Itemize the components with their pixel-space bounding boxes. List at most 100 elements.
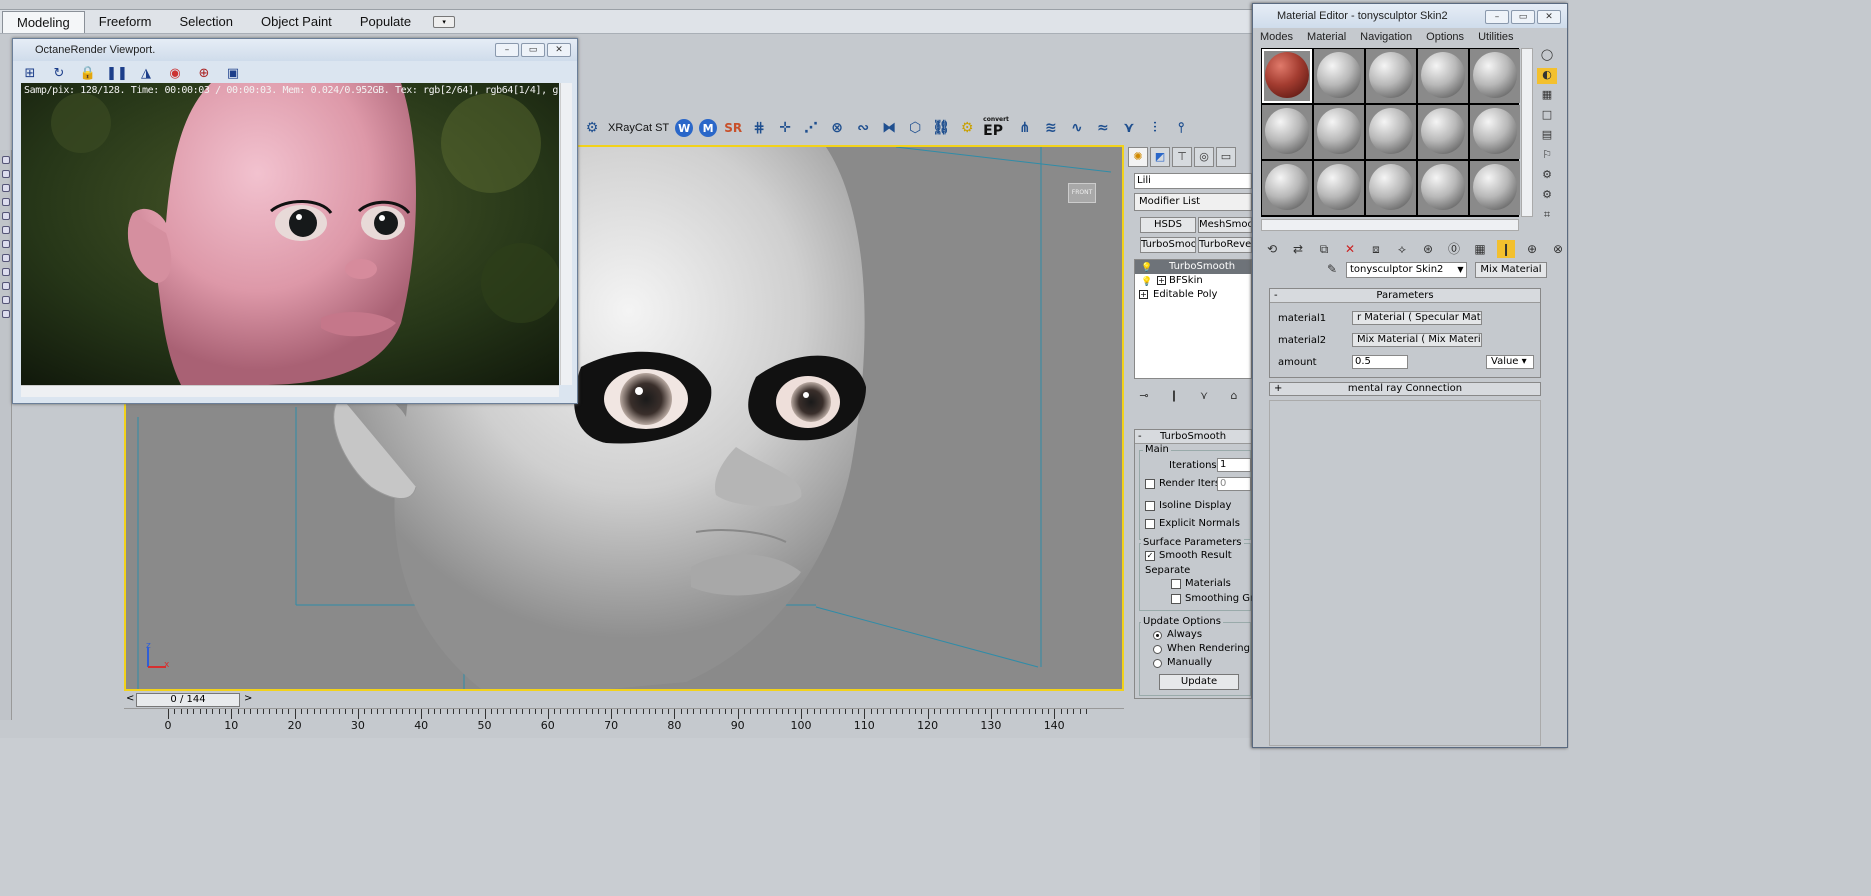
object-name-field[interactable]: Lili — [1134, 173, 1252, 189]
render-region-icon[interactable]: ⊞ — [21, 64, 39, 82]
material2-button[interactable]: Mix Material ( Mix Material ) — [1352, 333, 1482, 347]
pause-icon[interactable]: ❚❚ — [106, 64, 128, 82]
scene-item-icon[interactable] — [2, 184, 10, 192]
snap-icon[interactable]: ✛ — [775, 118, 795, 138]
material-slot[interactable] — [1470, 105, 1520, 159]
time-slider[interactable]: < 0 / 144 > — [124, 692, 1124, 708]
fork-icon[interactable]: ⋎ — [1119, 118, 1139, 138]
material-slot[interactable] — [1262, 105, 1312, 159]
brush-icon[interactable]: ⋰ — [801, 118, 821, 138]
scene-item-icon[interactable] — [2, 156, 10, 164]
material-id-icon[interactable]: ⓪ — [1445, 240, 1463, 258]
monitor-icon[interactable]: ▣ — [224, 64, 242, 82]
xraycat-icon[interactable]: ⚙ — [582, 118, 602, 138]
menu-modes[interactable]: Modes — [1253, 29, 1300, 45]
video-color-check-icon[interactable]: ▤ — [1537, 128, 1557, 144]
make-preview-icon[interactable]: ⚐ — [1537, 148, 1557, 164]
scene-item-icon[interactable] — [2, 296, 10, 304]
get-material-icon[interactable]: ⟲ — [1263, 240, 1281, 258]
select-by-material-icon[interactable]: ⚙ — [1537, 188, 1557, 204]
material1-button[interactable]: r Material ( Specular Material ) — [1352, 311, 1482, 325]
tab-freeform[interactable]: Freeform — [85, 11, 166, 33]
render-iters-checkbox[interactable] — [1145, 479, 1155, 489]
show-end-result-icon[interactable]: ❙ — [1497, 240, 1515, 258]
tab-selection[interactable]: Selection — [166, 11, 247, 33]
show-shaded-icon[interactable]: ▦ — [1471, 240, 1489, 258]
expand-icon[interactable]: + — [1157, 276, 1166, 285]
render-iters-spinner[interactable]: 0 — [1217, 477, 1251, 491]
hierarchy-tab-icon[interactable]: ⊤ — [1172, 147, 1192, 167]
material-slot[interactable] — [1418, 105, 1468, 159]
refresh-icon[interactable]: ↻ — [50, 64, 68, 82]
bulb-icon[interactable]: 💡 — [1141, 275, 1152, 289]
mental-ray-rollout[interactable]: + mental ray Connection — [1269, 382, 1541, 396]
grid-tool-icon[interactable]: ⋕ — [749, 118, 769, 138]
m-button[interactable]: M — [699, 119, 718, 137]
hsds-button[interactable]: HSDS — [1140, 217, 1196, 233]
create-tab-icon[interactable]: ✺ — [1128, 147, 1148, 167]
smooth-result-checkbox[interactable]: ✓ — [1145, 551, 1155, 561]
meshsmooth-button[interactable]: MeshSmooth — [1198, 217, 1252, 233]
viewcube[interactable]: FRONT — [1068, 183, 1096, 203]
when-rendering-radio[interactable] — [1153, 645, 1162, 654]
material-slot[interactable] — [1470, 161, 1520, 215]
menu-utilities[interactable]: Utilities — [1471, 29, 1520, 45]
material-slot[interactable] — [1366, 49, 1416, 103]
put-to-library-icon[interactable]: ⊛ — [1419, 240, 1437, 258]
close-button[interactable]: ✕ — [1537, 10, 1561, 24]
scene-item-icon[interactable] — [2, 268, 10, 276]
time-prev-button[interactable]: < — [126, 693, 134, 704]
minimize-button[interactable]: – — [1485, 10, 1509, 24]
update-button[interactable]: Update — [1159, 674, 1239, 690]
scene-item-icon[interactable] — [2, 226, 10, 234]
iterations-spinner[interactable]: 1 — [1217, 458, 1251, 472]
amount-mode-dropdown[interactable]: Value ▾ — [1486, 355, 1534, 369]
deform-icon[interactable]: ⊗ — [827, 118, 847, 138]
material-slot[interactable] — [1314, 49, 1364, 103]
explicit-normals-checkbox[interactable] — [1145, 519, 1155, 529]
parameters-header[interactable]: - Parameters — [1270, 289, 1540, 303]
maximize-button[interactable]: ▭ — [521, 43, 545, 57]
octane-horizontal-scrollbar[interactable] — [21, 385, 559, 397]
motion-tab-icon[interactable]: ◎ — [1194, 147, 1214, 167]
tab-modeling[interactable]: Modeling — [2, 10, 85, 33]
w-button[interactable]: W — [675, 119, 694, 137]
turbosmooth-button[interactable]: TurboSmooth — [1140, 237, 1196, 253]
remove-modifier-icon[interactable]: ⌂ — [1224, 389, 1244, 407]
rollout-header[interactable]: - TurboSmooth — [1135, 430, 1251, 444]
go-to-parent-icon[interactable]: ⊕ — [1523, 240, 1541, 258]
material-map-navigator-icon[interactable]: ⌗ — [1537, 208, 1557, 224]
display-tab-icon[interactable]: ▭ — [1216, 147, 1236, 167]
chevron-down-icon[interactable]: ▼ — [1454, 262, 1467, 278]
time-slider-thumb[interactable]: 0 / 144 — [136, 693, 240, 707]
make-unique-icon[interactable]: ⟡ — [1393, 240, 1411, 258]
options-icon[interactable]: ⚙ — [1537, 168, 1557, 184]
modify-tab-icon[interactable]: ◩ — [1150, 147, 1170, 167]
octane-render-image[interactable]: Samp/pix: 128/128. Time: 00:00:03 / 00:0… — [21, 83, 559, 385]
material-slot[interactable] — [1262, 161, 1312, 215]
link-icon[interactable]: ∾ — [853, 118, 873, 138]
material-slot[interactable] — [1366, 161, 1416, 215]
curve-icon[interactable]: ≈ — [1093, 118, 1113, 138]
put-to-scene-icon[interactable]: ⇄ — [1289, 240, 1307, 258]
material-type-button[interactable]: Mix Material — [1475, 262, 1547, 278]
pin-stack-icon[interactable]: ⊸ — [1134, 389, 1154, 407]
amount-spinner[interactable]: 0.5 — [1352, 355, 1408, 369]
make-unique-icon[interactable]: ⋎ — [1194, 389, 1214, 407]
sr-button[interactable]: SR — [723, 118, 743, 138]
maximize-button[interactable]: ▭ — [1511, 10, 1535, 24]
strands-icon[interactable]: ≋ — [1041, 118, 1061, 138]
timeline-ruler[interactable]: 0 10 20 30 40 50 60 70 80 90 100 110 120 130 140 — [124, 708, 1124, 738]
scene-item-icon[interactable] — [2, 198, 10, 206]
material-slot[interactable] — [1262, 49, 1312, 103]
reset-map-icon[interactable]: ✕ — [1341, 240, 1359, 258]
turboreverse-button[interactable]: TurboReverse — [1198, 237, 1252, 253]
stack-item-editable-poly[interactable]: + Editable Poly — [1135, 288, 1251, 302]
smoothing-groups-checkbox[interactable] — [1171, 594, 1181, 604]
manually-radio[interactable] — [1153, 659, 1162, 668]
hair-icon[interactable]: ⋔ — [1015, 118, 1035, 138]
materials-checkbox[interactable] — [1171, 579, 1181, 589]
material-slot[interactable] — [1366, 105, 1416, 159]
tab-object-paint[interactable]: Object Paint — [247, 11, 346, 33]
material-slot[interactable] — [1470, 49, 1520, 103]
